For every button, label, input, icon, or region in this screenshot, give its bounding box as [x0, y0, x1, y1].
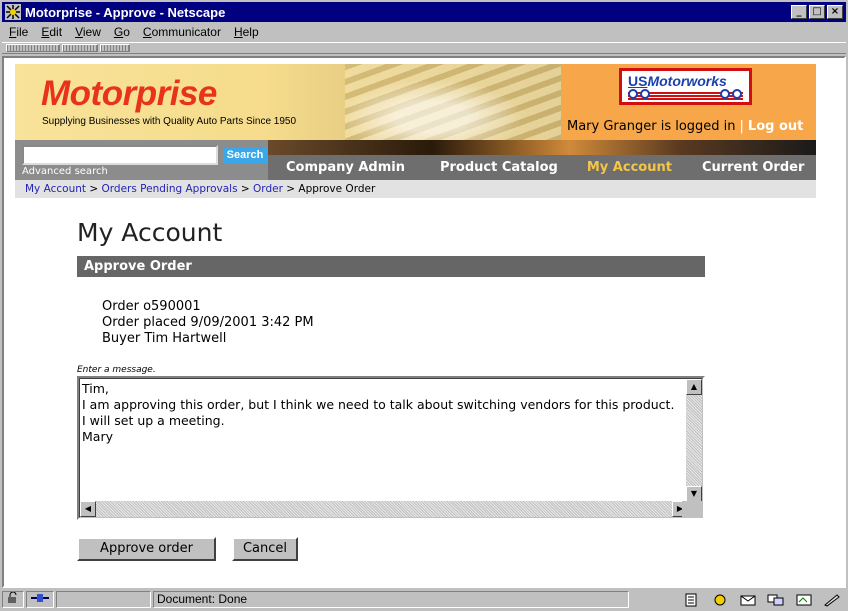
advanced-search-link[interactable]: Advanced search	[22, 166, 108, 177]
tagline: Supplying Businesses with Quality Auto P…	[42, 116, 297, 127]
banner: Motorprise Supplying Businesses with Qua…	[15, 64, 816, 140]
menu-file[interactable]: File	[2, 25, 34, 39]
security-lock-icon[interactable]	[2, 591, 24, 608]
search-button[interactable]: Search	[223, 148, 267, 163]
status-text: Document: Done	[153, 591, 629, 608]
order-info: Order o590001 Order placed 9/09/2001 3:4…	[77, 299, 705, 347]
search-area: Search Advanced search	[15, 140, 268, 180]
navigator-icon[interactable]	[711, 593, 729, 607]
site-header: Motorprise Supplying Businesses with Qua…	[15, 64, 816, 198]
progress-bar	[56, 591, 151, 608]
close-button[interactable]: ×	[827, 5, 843, 19]
page-title: My Account	[77, 218, 223, 247]
section-header: Approve Order	[77, 256, 705, 277]
scroll-up-button[interactable]: ▲	[686, 379, 702, 395]
connection-icon	[26, 591, 54, 608]
user-panel: USMotorworks Mary Granger is logged in | L…	[561, 64, 816, 140]
breadcrumb-current: Approve Order	[298, 183, 376, 195]
window-title: Motorprise - Approve - Netscape	[25, 4, 226, 20]
menu-go[interactable]: Go	[107, 25, 136, 39]
tab-company-admin[interactable]: Company Admin	[268, 160, 405, 175]
cancel-button[interactable]: Cancel	[232, 537, 298, 561]
menu-view[interactable]: View	[68, 25, 107, 39]
toolbar-grip-navigation[interactable]	[6, 44, 60, 52]
toolbar-grip-personal[interactable]	[100, 44, 130, 52]
collapsed-toolbars	[2, 42, 846, 54]
mail-icon[interactable]	[739, 593, 757, 607]
login-status: Mary Granger is logged in | Log out	[567, 119, 804, 134]
maximize-button[interactable]: □	[809, 5, 825, 19]
main-nav: Company Admin Product Catalog My Account…	[268, 140, 816, 180]
stripe-icon	[685, 593, 697, 606]
tab-product-catalog[interactable]: Product Catalog	[405, 160, 558, 175]
scroll-left-button[interactable]: ◀	[80, 501, 96, 517]
approve-order-button[interactable]: Approve order	[77, 537, 216, 561]
order-buyer: Buyer Tim Hartwell	[102, 331, 227, 346]
scroll-down-button[interactable]: ▼	[686, 486, 702, 502]
minimize-button[interactable]: _	[791, 5, 807, 19]
order-number: Order o590001	[102, 299, 201, 314]
breadcrumb-order[interactable]: Order	[253, 183, 283, 195]
horizontal-scrollbar[interactable]: ◀ ▶	[80, 501, 688, 517]
pen-icon[interactable]	[823, 593, 841, 607]
breadcrumb-orders-pending[interactable]: Orders Pending Approvals	[102, 183, 238, 195]
menu-help[interactable]: Help	[227, 25, 265, 39]
message-text[interactable]: Tim, I am approving this order, but I th…	[82, 381, 686, 445]
main-content: My Account Approve Order Order o590001 O…	[77, 218, 705, 561]
status-bar: Document: Done	[2, 590, 846, 609]
message-label: Enter a message.	[77, 365, 156, 375]
breadcrumb-my-account[interactable]: My Account	[25, 183, 86, 195]
motorprise-banner: Motorprise Supplying Businesses with Qua…	[15, 64, 561, 140]
discussion-icon[interactable]	[767, 593, 785, 607]
menu-communicator[interactable]: Communicator	[136, 25, 227, 39]
nav-photo-strip	[268, 140, 816, 155]
logo-wheels	[626, 89, 746, 101]
car-image	[345, 64, 561, 140]
nav-tabs: Company Admin Product Catalog My Account…	[268, 155, 816, 180]
tab-current-order[interactable]: Current Order	[672, 160, 804, 175]
menu-edit[interactable]: Edit	[34, 25, 68, 39]
vertical-scrollbar[interactable]: ▲ ▼	[686, 379, 702, 502]
logout-link[interactable]: Log out	[748, 119, 803, 134]
window-titlebar: Motorprise - Approve - Netscape _ □ ×	[2, 2, 846, 22]
breadcrumb: My Account > Orders Pending Approvals > …	[15, 180, 816, 198]
action-buttons: Approve order Cancel	[77, 537, 705, 561]
logged-in-text: Mary Granger is logged in	[567, 119, 736, 134]
toolbar-grip-location[interactable]	[62, 44, 98, 52]
component-bar	[678, 593, 846, 607]
nav-row: Search Advanced search Company Admin Pro…	[15, 140, 816, 180]
browser-viewport: Motorprise Supplying Businesses with Qua…	[2, 56, 846, 588]
menu-bar: File Edit View Go Communicator Help	[2, 22, 846, 42]
motorprise-logo[interactable]: Motorprise	[41, 74, 217, 114]
tab-my-account[interactable]: My Account	[558, 160, 672, 175]
message-textarea[interactable]: Tim, I am approving this order, but I th…	[77, 376, 705, 520]
search-input[interactable]	[22, 145, 218, 165]
usmotorworks-logo: USMotorworks	[619, 68, 752, 105]
netscape-icon	[5, 4, 21, 20]
order-placed: Order placed 9/09/2001 3:42 PM	[102, 315, 314, 330]
composer-icon[interactable]	[795, 593, 813, 607]
